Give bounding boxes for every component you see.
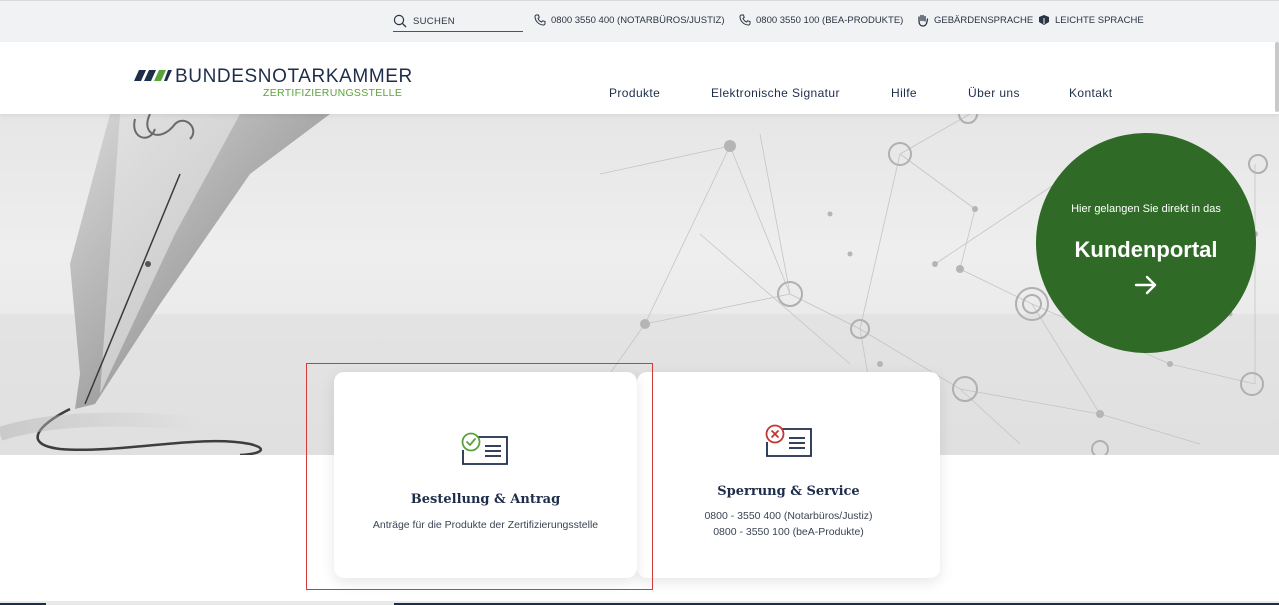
utility-bar: SUCHEN 0800 3550 400 (NOTARBÜROS/JUSTIZ)… bbox=[0, 0, 1279, 42]
scrollbar[interactable] bbox=[1275, 42, 1279, 112]
easy-language-link[interactable]: LEICHTE SPRACHE bbox=[1038, 14, 1144, 26]
nav-item-kontakt[interactable]: Kontakt bbox=[1069, 86, 1113, 100]
easy-language-icon bbox=[1039, 15, 1049, 25]
phone-icon bbox=[534, 14, 546, 26]
bestellung-antrag-card[interactable]: Bestellung & Antrag Anträge für die Prod… bbox=[334, 372, 637, 578]
phone-bea-link[interactable]: 0800 3550 100 (BEA-PRODUKTE) bbox=[739, 14, 903, 26]
certificate-revoke-icon bbox=[765, 424, 812, 457]
sperrung-service-card[interactable]: Sperrung & Service 0800 - 3550 400 (Nota… bbox=[637, 372, 940, 578]
certificate-check-icon bbox=[461, 432, 508, 465]
phone-notar-text: 0800 3550 400 (NOTARBÜROS/JUSTIZ) bbox=[551, 14, 725, 26]
sign-language-text: GEBÄRDENSPRACHE bbox=[934, 15, 1034, 26]
search-label: SUCHEN bbox=[413, 15, 455, 27]
main-header: BUNDESNOTARKAMMER ZERTIFIZIERUNGSSTELLE … bbox=[0, 42, 1279, 114]
arrow-right-icon bbox=[1134, 275, 1157, 295]
logo-mark-icon bbox=[134, 70, 172, 81]
easy-language-text: LEICHTE SPRACHE bbox=[1055, 14, 1144, 26]
card-phone-notar: 0800 - 3550 400 (Notarbüros/Justiz) bbox=[704, 510, 873, 522]
nav-item-ueber-uns[interactable]: Über uns bbox=[968, 86, 1020, 100]
phone-bea-text: 0800 3550 100 (BEA-PRODUKTE) bbox=[756, 14, 904, 26]
card-title: Sperrung & Service bbox=[717, 484, 860, 499]
phone-notar-link[interactable]: 0800 3550 400 (NOTARBÜROS/JUSTIZ) bbox=[534, 14, 725, 26]
nav-item-elektronische-signatur[interactable]: Elektronische Signatur bbox=[711, 86, 840, 100]
brand-subtitle: ZERTIFIZIERUNGSSTELLE bbox=[263, 87, 403, 99]
bottom-divider bbox=[0, 601, 1279, 605]
portal-title: Kundenportal bbox=[1074, 237, 1218, 262]
nav-item-produkte[interactable]: Produkte bbox=[609, 86, 660, 100]
kundenportal-button[interactable]: Hier gelangen Sie direkt in das Kundenpo… bbox=[1036, 133, 1256, 353]
card-title: Bestellung & Antrag bbox=[410, 492, 561, 507]
portal-intro: Hier gelangen Sie direkt in das bbox=[1071, 203, 1221, 215]
search-icon bbox=[393, 14, 407, 28]
card-description: Anträge für die Produkte der Zertifizier… bbox=[372, 519, 599, 531]
sign-language-link[interactable]: GEBÄRDENSPRACHE bbox=[916, 14, 1033, 27]
nav-item-hilfe[interactable]: Hilfe bbox=[891, 86, 917, 100]
hand-icon bbox=[918, 14, 929, 27]
card-phone-bea: 0800 - 3550 100 (beA-Produkte) bbox=[713, 526, 864, 538]
brand-name: BUNDESNOTARKAMMER bbox=[175, 66, 413, 87]
search-field[interactable]: SUCHEN bbox=[393, 11, 523, 32]
phone-icon bbox=[739, 14, 751, 26]
